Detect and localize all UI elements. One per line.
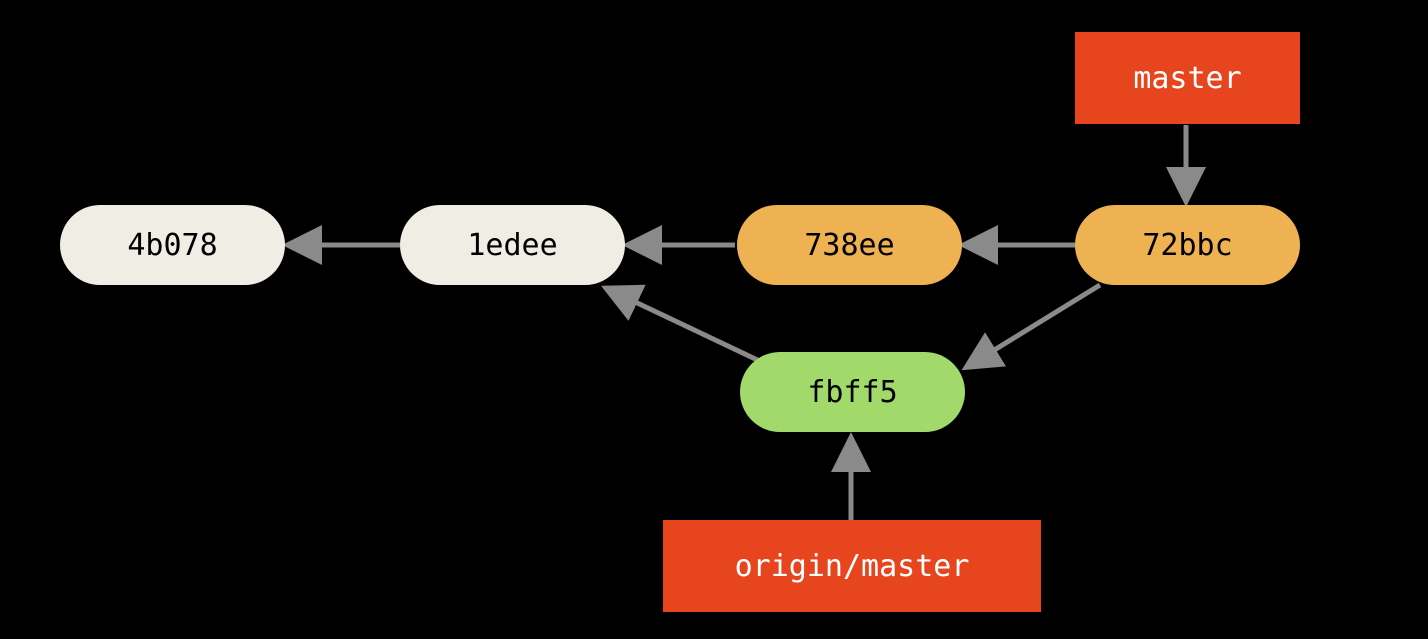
branch-label-origin-master: origin/master — [663, 520, 1041, 612]
commit-node-4b078: 4b078 — [60, 205, 285, 285]
commit-node-fbff5: fbff5 — [740, 352, 965, 432]
branch-text: origin/master — [735, 549, 970, 584]
commit-label: 738ee — [804, 228, 894, 263]
commit-label: 4b078 — [127, 228, 217, 263]
commit-node-72bbc: 72bbc — [1075, 205, 1300, 285]
commit-label: 1edee — [467, 228, 557, 263]
commit-node-1edee: 1edee — [400, 205, 625, 285]
commit-label: fbff5 — [807, 375, 897, 410]
commit-node-738ee: 738ee — [737, 205, 962, 285]
branch-text: master — [1133, 61, 1241, 96]
commit-label: 72bbc — [1142, 228, 1232, 263]
branch-label-master: master — [1075, 32, 1300, 124]
